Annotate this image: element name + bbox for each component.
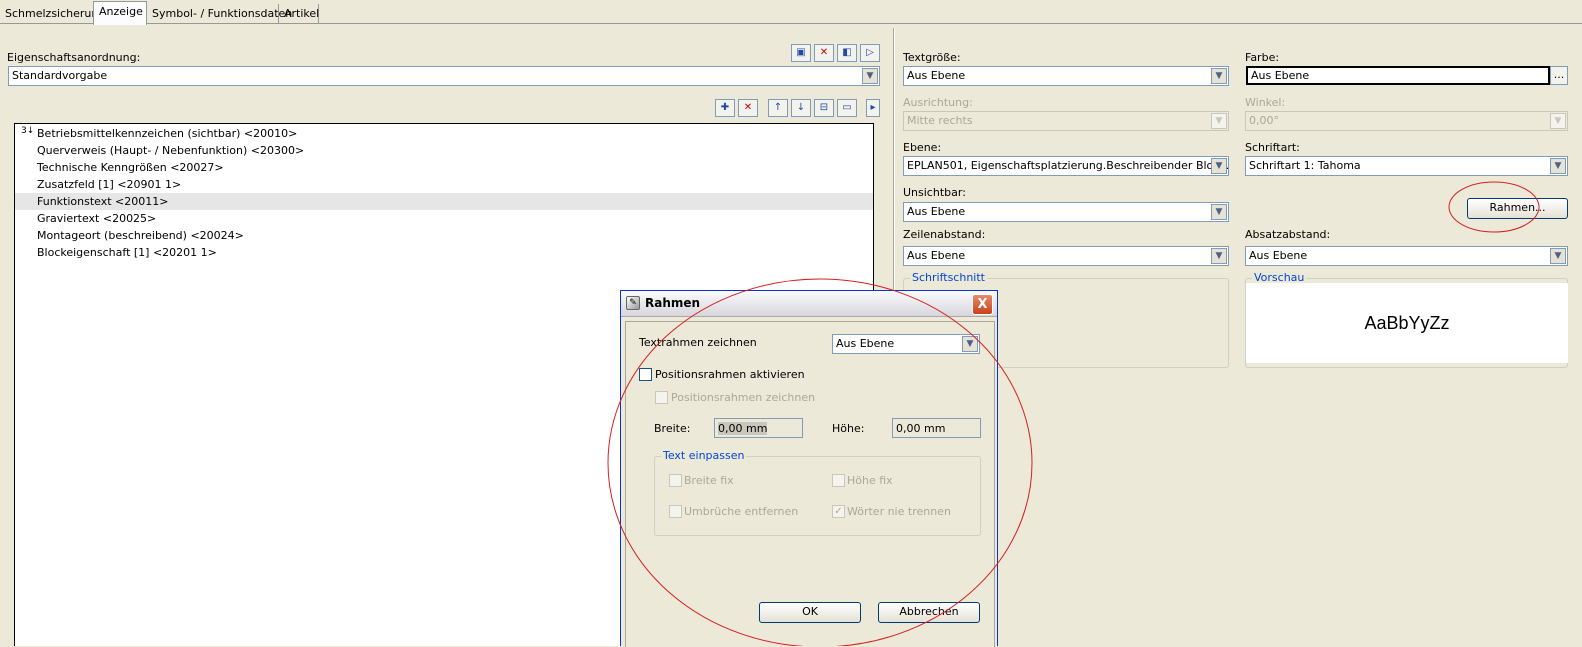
ausrichtung-value: Mitte rechts <box>907 114 973 127</box>
tab-schmelzsicherung[interactable]: Schmelzsicherung <box>0 4 105 24</box>
breite-fix-label: Breite fix <box>684 474 734 487</box>
close-icon[interactable]: X <box>972 294 993 315</box>
ok-button[interactable]: OK <box>759 602 861 623</box>
positionsrahmen-aktivieren-checkbox[interactable] <box>639 368 652 381</box>
textrahmen-value: Aus Ebene <box>836 337 895 350</box>
eigenschaftsanordnung-value: Standardvorgabe <box>12 69 108 82</box>
schriftart-select[interactable]: Schriftart 1: Tahoma ▼ <box>1245 156 1568 176</box>
textgroesse-select[interactable]: Aus Ebene ▼ <box>903 66 1229 86</box>
woerter-nie-trennen-label: Wörter nie trennen <box>847 505 951 518</box>
breite-fix-checkbox[interactable] <box>669 474 682 487</box>
dialog-titlebar[interactable]: ✎ Rahmen X <box>621 291 997 317</box>
tree-item[interactable]: Betriebsmittelkennzeichen (sichtbar) <20… <box>37 127 297 144</box>
tree-item[interactable]: Technische Kenngrößen <20027> <box>37 161 224 178</box>
hoehe-label: Höhe: <box>832 422 865 435</box>
winkel-label: Winkel: <box>1245 96 1286 109</box>
tab-artikel[interactable]: Artikel <box>279 4 319 24</box>
absatzabstand-label: Absatzabstand: <box>1245 228 1331 241</box>
breite-value: 0,00 mm <box>718 422 768 435</box>
textgroesse-label: Textgröße: <box>903 51 961 64</box>
unsichtbar-value: Aus Ebene <box>907 205 966 218</box>
new-property-icon[interactable]: ✚ <box>715 99 735 117</box>
text-einpassen-label: Text einpassen <box>661 449 747 462</box>
absatzabstand-value: Aus Ebene <box>1249 249 1308 262</box>
ausrichtung-label: Ausrichtung: <box>903 96 973 109</box>
tree-item-selected[interactable]: Funktionstext <20011> <box>15 193 873 210</box>
ebene-select[interactable]: EPLAN501, Eigenschaftsplatzierung.Beschr… <box>903 156 1229 176</box>
farbe-label: Farbe: <box>1245 51 1280 64</box>
import-icon[interactable]: ◧ <box>837 44 857 62</box>
textrahmen-select[interactable]: Aus Ebene ▼ <box>832 334 980 354</box>
schriftart-value: Schriftart 1: Tahoma <box>1249 159 1361 172</box>
farbe-value: Aus Ebene <box>1251 69 1310 82</box>
vorschau-panel: AaBbYyZz <box>1246 283 1568 363</box>
breite-field[interactable]: 0,00 mm <box>714 418 803 438</box>
winkel-value: 0,00° <box>1249 114 1279 127</box>
sort-icon: 3↓ <box>21 126 35 136</box>
arrow-right-icon[interactable]: ▸ <box>866 99 880 117</box>
chevron-down-icon: ▼ <box>1550 248 1566 264</box>
hoehe-fix-label: Höhe fix <box>847 474 893 487</box>
eigenschaftsanordnung-label: Eigenschaftsanordnung: <box>7 51 141 64</box>
zeilenabstand-label: Zeilenabstand: <box>903 228 986 241</box>
delete-scheme-icon[interactable]: ✕ <box>814 44 834 62</box>
group-icon[interactable]: ⊟ <box>814 99 834 117</box>
chevron-down-icon: ▼ <box>1550 113 1566 129</box>
farbe-field[interactable]: Aus Ebene <box>1246 66 1550 85</box>
ebene-value: EPLAN501, Eigenschaftsplatzierung.Beschr… <box>907 159 1229 172</box>
vorschau-text: AaBbYyZz <box>1364 313 1450 333</box>
dialog-title: Rahmen <box>645 296 701 310</box>
zeilenabstand-value: Aus Ebene <box>907 249 966 262</box>
abbrechen-button[interactable]: Abbrechen <box>878 602 980 623</box>
chevron-down-icon: ▼ <box>1211 158 1227 174</box>
ausrichtung-select[interactable]: Mitte rechts ▼ <box>903 111 1229 131</box>
text-einpassen-group: Text einpassen <box>654 449 981 536</box>
hoehe-field[interactable]: 0,00 mm <box>892 418 981 438</box>
unsichtbar-label: Unsichtbar: <box>903 186 966 199</box>
save-icon[interactable]: ▣ <box>791 44 811 62</box>
chevron-down-icon: ▼ <box>962 336 978 352</box>
chevron-down-icon: ▼ <box>1211 68 1227 84</box>
zeilenabstand-select[interactable]: Aus Ebene ▼ <box>903 246 1229 266</box>
breite-label: Breite: <box>654 422 691 435</box>
unsichtbar-select[interactable]: Aus Ebene ▼ <box>903 202 1229 222</box>
rahmen-button[interactable]: Rahmen... <box>1467 198 1568 219</box>
chevron-down-icon: ▼ <box>1211 113 1227 129</box>
textgroesse-value: Aus Ebene <box>907 69 966 82</box>
textrahmen-label: Textrahmen zeichnen <box>639 336 757 349</box>
tree-item[interactable]: Montageort (beschreibend) <20024> <box>37 229 244 246</box>
tab-symbol-funktionsdaten[interactable]: Symbol- / Funktionsdaten <box>147 4 292 24</box>
chevron-down-icon: ▼ <box>1550 158 1566 174</box>
delete-property-icon[interactable]: ✕ <box>738 99 758 117</box>
positionsrahmen-zeichnen-checkbox[interactable] <box>655 391 668 404</box>
move-up-icon[interactable]: ↑ <box>768 99 788 117</box>
absatzabstand-select[interactable]: Aus Ebene ▼ <box>1245 246 1568 266</box>
umbrueche-entfernen-checkbox[interactable] <box>669 505 682 518</box>
positionsrahmen-aktivieren-label: Positionsrahmen aktivieren <box>655 368 805 381</box>
ungroup-icon[interactable]: ▭ <box>837 99 857 117</box>
schriftart-label: Schriftart: <box>1245 141 1300 154</box>
winkel-select[interactable]: 0,00° ▼ <box>1245 111 1568 131</box>
ebene-label: Ebene: <box>903 141 942 154</box>
umbrueche-entfernen-label: Umbrüche entfernen <box>684 505 799 518</box>
farbe-more-button[interactable]: ... <box>1550 66 1568 85</box>
positionsrahmen-zeichnen-label: Positionsrahmen zeichnen <box>671 391 816 404</box>
chevron-down-icon: ▼ <box>1211 204 1227 220</box>
hoehe-fix-checkbox[interactable] <box>832 474 845 487</box>
dialog-app-icon: ✎ <box>626 296 640 310</box>
tree-item[interactable]: Querverweis (Haupt- / Nebenfunktion) <20… <box>37 144 304 161</box>
rahmen-dialog: ✎ Rahmen X Textrahmen zeichnen Aus Ebene… <box>620 290 998 647</box>
tab-anzeige[interactable]: Anzeige <box>93 1 147 25</box>
tree-item[interactable]: Blockeigenschaft [1] <20201 1> <box>37 246 217 263</box>
export-icon[interactable]: ▷ <box>860 44 880 62</box>
woerter-nie-trennen-checkbox[interactable]: ✓ <box>832 505 845 518</box>
tab-bar: Schmelzsicherung Anzeige Symbol- / Funkt… <box>0 0 1582 25</box>
tree-item[interactable]: Graviertext <20025> <box>37 212 156 229</box>
chevron-down-icon: ▼ <box>862 68 878 84</box>
eigenschaftsanordnung-select[interactable]: Standardvorgabe ▼ <box>8 66 880 86</box>
chevron-down-icon: ▼ <box>1211 248 1227 264</box>
move-down-icon[interactable]: ↓ <box>791 99 811 117</box>
schriftschnitt-label: Schriftschnitt <box>910 271 987 284</box>
